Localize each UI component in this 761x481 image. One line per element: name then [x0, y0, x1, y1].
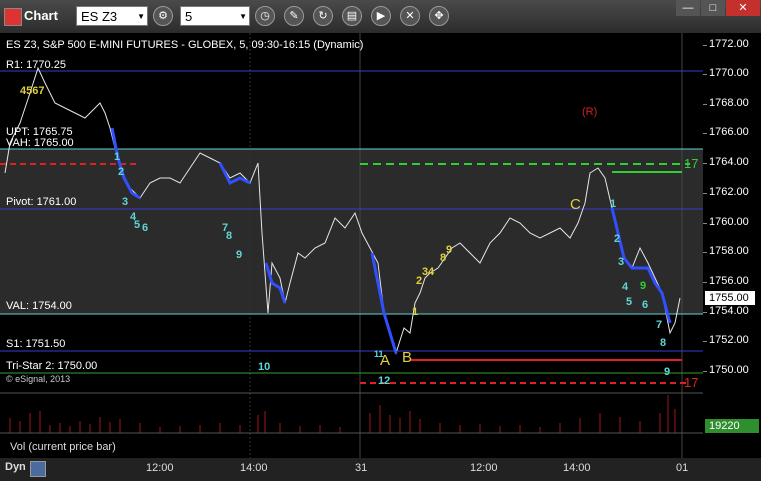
- count-10: 10: [258, 361, 271, 373]
- axis-tick-label: 1768.00: [709, 97, 749, 109]
- axis-tick: [703, 45, 707, 46]
- axis-tick: [703, 312, 707, 313]
- seq-mid-9: 9: [236, 249, 243, 261]
- price-axis[interactable]: 1772.00 1770.00 1768.00 1766.00 1764.00 …: [703, 33, 761, 458]
- chart-header: ES Z3, S&P 500 E-MINI FUTURES - GLOBEX, …: [6, 39, 364, 51]
- axis-tick-label: 1770.00: [709, 67, 749, 79]
- value-area-shade: [0, 149, 703, 314]
- refresh-icon[interactable]: ↻: [313, 6, 333, 26]
- dyn-label: Dyn: [5, 461, 26, 473]
- axis-tick-label: 1764.00: [709, 156, 749, 168]
- count-12: 12: [378, 375, 391, 387]
- clock-icon[interactable]: ◷: [255, 6, 275, 26]
- pivot-label: Pivot: 1761.00: [6, 196, 77, 208]
- seq-left-3: 3: [122, 196, 129, 208]
- copyright-label: © eSignal, 2013: [6, 374, 71, 384]
- symbol-value: ES Z3: [81, 9, 118, 24]
- seq-mid-8: 8: [226, 230, 233, 242]
- properties-icon[interactable]: ▤: [342, 6, 362, 26]
- seq-right-4: 4: [622, 281, 629, 293]
- r1-label: R1: 1770.25: [6, 59, 66, 71]
- b-marker: B: [402, 349, 413, 366]
- time-label: 31: [355, 462, 368, 474]
- axis-tick-label: 1772.00: [709, 38, 749, 50]
- axis-tick-label: 1750.00: [709, 364, 749, 376]
- move-icon[interactable]: ✥: [429, 6, 449, 26]
- title-bar: Chart ES Z3 ▼ ⚙ 5 ▼ ◷ ✎ ↻ ▤ ▶ ✕ ✥ — □ ✕: [0, 0, 761, 34]
- seq-left-6: 6: [142, 222, 149, 234]
- axis-tick: [703, 223, 707, 224]
- r-marker: (R): [582, 106, 598, 118]
- seq-b-9: 9: [446, 244, 453, 256]
- axis-tick-label: 1760.00: [709, 216, 749, 228]
- price-chart[interactable]: [0, 33, 703, 458]
- time-label: 01: [676, 462, 689, 474]
- vah-label: VAH: 1765.00: [6, 137, 74, 149]
- interval-input[interactable]: 5 ▼: [180, 6, 250, 26]
- seq-right-3: 3: [618, 256, 625, 268]
- axis-tick: [703, 193, 707, 194]
- s1-label: S1: 1751.50: [6, 338, 66, 350]
- a-marker: A: [380, 352, 391, 369]
- seq-b-4: 4: [428, 266, 435, 278]
- seq-right-2: 2: [614, 233, 621, 245]
- axis-tick: [703, 133, 707, 134]
- window-title: Chart: [24, 8, 58, 23]
- close-button[interactable]: ✕: [726, 0, 760, 16]
- axis-tick: [703, 104, 707, 105]
- seq-right-8: 8: [660, 337, 667, 349]
- seq-right-7: 7: [656, 319, 663, 331]
- time-label: 14:00: [240, 462, 268, 474]
- seq-right-9: 9: [664, 366, 671, 378]
- time-label: 12:00: [146, 462, 174, 474]
- red-line-label: 17: [684, 375, 699, 390]
- seq-right-5: 5: [626, 296, 633, 308]
- seq-right-6: 6: [642, 299, 649, 311]
- seq-green-9: 9: [640, 280, 647, 292]
- time-label: 12:00: [470, 462, 498, 474]
- axis-tick-label: 1766.00: [709, 126, 749, 138]
- axis-tick-label: 1754.00: [709, 305, 749, 317]
- val-label: VAL: 1754.00: [6, 300, 72, 312]
- remove-icon[interactable]: ✕: [400, 6, 420, 26]
- c-marker: C: [570, 196, 581, 213]
- seq-left-2: 2: [118, 166, 125, 178]
- volume-label: Vol (current price bar): [10, 441, 116, 453]
- minimize-button[interactable]: —: [676, 0, 700, 16]
- axis-tick: [703, 252, 707, 253]
- seq-top-marker: 4567: [20, 85, 45, 97]
- seq-right-1: 1: [610, 198, 617, 210]
- scale-toggle-icon[interactable]: [30, 461, 46, 477]
- seq-b-1: 1: [412, 306, 419, 318]
- interval-value: 5: [185, 9, 193, 24]
- green-line-label: 17: [684, 156, 699, 171]
- interval-dropdown-icon[interactable]: ▼: [239, 7, 247, 27]
- gear-icon[interactable]: ⚙: [153, 6, 173, 26]
- axis-tick: [703, 341, 707, 342]
- last-price-flag: 1755.00: [705, 291, 755, 305]
- restore-button[interactable]: □: [701, 0, 725, 16]
- axis-tick-label: 1758.00: [709, 245, 749, 257]
- symbol-dropdown-icon[interactable]: ▼: [137, 7, 145, 27]
- axis-tick: [703, 282, 707, 283]
- axis-tick: [703, 371, 707, 372]
- axis-tick: [703, 163, 707, 164]
- time-label: 14:00: [563, 462, 591, 474]
- pencil-icon[interactable]: ✎: [284, 6, 304, 26]
- seq-left-1: 1: [114, 151, 121, 163]
- axis-tick: [703, 74, 707, 75]
- chart-app-icon: [4, 8, 22, 26]
- symbol-input[interactable]: ES Z3 ▼: [76, 6, 148, 26]
- volume-value-flag: 19220: [705, 419, 759, 433]
- axis-tick-label: 1756.00: [709, 275, 749, 287]
- tristar-label: Tri-Star 2: 1750.00: [6, 360, 98, 372]
- time-axis[interactable]: Dyn 12:00 14:00 31 12:00 14:00 01: [0, 458, 761, 481]
- seq-left-5: 5: [134, 219, 141, 231]
- axis-tick-label: 1752.00: [709, 334, 749, 346]
- play-icon[interactable]: ▶: [371, 6, 391, 26]
- axis-tick-label: 1762.00: [709, 186, 749, 198]
